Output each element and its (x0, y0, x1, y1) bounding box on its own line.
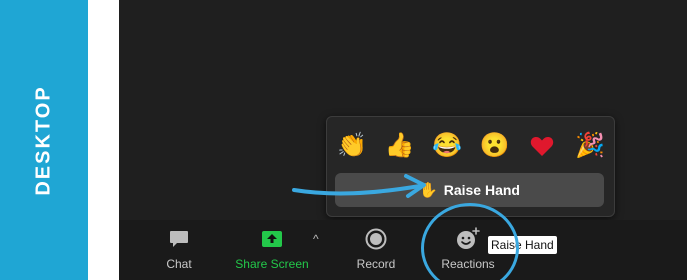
desktop-banner-label: DESKTOP (32, 84, 55, 196)
thumbs-up-icon[interactable]: 👍 (385, 131, 415, 161)
share-screen-icon (260, 226, 284, 252)
desktop-banner: DESKTOP (0, 0, 88, 280)
chat-button[interactable]: Chat (159, 226, 199, 278)
share-screen-button[interactable]: Share Screen (229, 226, 315, 278)
party-popper-icon[interactable]: 🎉 (575, 131, 605, 161)
red-heart-shape (531, 136, 554, 156)
meeting-window: 👏 👍 😂 😮 🎉 ✋ Raise Hand Chat Share Screen… (119, 0, 687, 280)
share-screen-label: Share Screen (235, 257, 309, 271)
clapping-hands-icon[interactable]: 👏 (337, 131, 367, 161)
red-heart-icon[interactable] (527, 131, 557, 161)
record-button[interactable]: Record (351, 226, 401, 278)
emoji-row: 👏 👍 😂 😮 🎉 (337, 131, 605, 161)
record-label: Record (356, 257, 396, 271)
record-icon (365, 226, 387, 252)
surprised-face-icon[interactable]: 😮 (480, 131, 510, 161)
page: DESKTOP 👏 👍 😂 😮 🎉 ✋ Raise Hand Chat Shar… (0, 0, 687, 280)
chat-label: Chat (166, 257, 192, 271)
meeting-toolbar: Chat Share Screen ^ Record Reactions (119, 220, 687, 280)
annotation-arrow-icon (292, 174, 426, 198)
raise-hand-label: Raise Hand (443, 182, 520, 198)
share-options-caret-icon[interactable]: ^ (313, 232, 319, 246)
tears-of-joy-icon[interactable]: 😂 (432, 131, 462, 161)
chat-icon (168, 226, 190, 252)
